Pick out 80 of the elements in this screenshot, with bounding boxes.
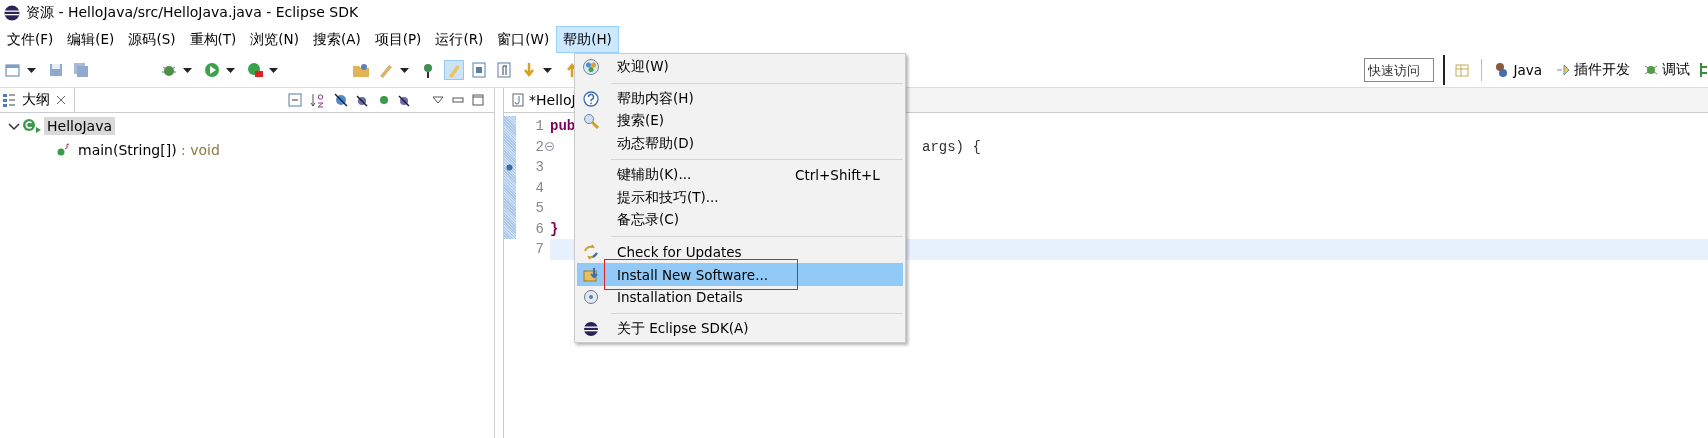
hide-fields-icon[interactable]: [334, 93, 348, 107]
public-member-icon[interactable]: [378, 94, 390, 106]
perspective-button[interactable]: 插件开发: [1550, 61, 1635, 79]
caret-icon[interactable]: [183, 67, 192, 73]
install-box-icon: [583, 266, 599, 283]
tree-item[interactable]: HelloJava: [44, 117, 116, 135]
window-title: 资源 - HelloJava/src/HelloJava.java - Eclipse SDK: [26, 4, 359, 22]
hide-local-icon[interactable]: [398, 93, 412, 107]
line-number: 7: [535, 241, 544, 258]
menu-item[interactable]: 动态帮助(D): [577, 132, 903, 155]
caret-icon[interactable]: [543, 67, 552, 73]
minimize-icon[interactable]: [452, 96, 464, 104]
hide-static-icon[interactable]: [356, 93, 370, 107]
line-number: 4: [535, 179, 544, 196]
plugin-icon: [1555, 62, 1571, 78]
perspective-button[interactable]: Java: [1489, 62, 1547, 78]
update-arrows-icon: [583, 243, 599, 260]
caret-icon[interactable]: [269, 67, 278, 73]
menu-item[interactable]: 重构(T): [182, 26, 244, 53]
line-number: 1: [535, 118, 544, 135]
search-icon: [583, 113, 599, 130]
menu-item[interactable]: 键辅助(K)... Ctrl+Shift+L: [577, 164, 903, 187]
tree-item[interactable]: main(String[]) : void: [75, 141, 223, 159]
menu-item[interactable]: 搜索(A): [305, 26, 368, 53]
line-number: 2: [535, 138, 544, 155]
eclipse-logo-icon: [583, 320, 599, 337]
eclipse-logo-icon: [4, 5, 20, 21]
external-tool-icon[interactable]: [246, 61, 264, 79]
caret-icon[interactable]: [226, 67, 235, 73]
view-menu-icon[interactable]: [432, 96, 444, 104]
outline-icon: [2, 93, 16, 107]
hierarchy-icon[interactable]: [1698, 61, 1708, 79]
outline-tab[interactable]: 大纲: [0, 88, 75, 112]
line-number: 3: [535, 159, 544, 176]
save-all-icon[interactable]: [72, 61, 90, 79]
menu-item[interactable]: 帮助(H): [556, 26, 619, 53]
code-text: args) {: [922, 138, 981, 155]
menu-item[interactable]: 窗口(W): [490, 26, 557, 53]
menu-item[interactable]: 源码(S): [121, 26, 183, 53]
block-icon[interactable]: [470, 61, 488, 79]
java-file-icon: [512, 93, 524, 107]
fold-minus-icon[interactable]: [545, 141, 554, 151]
open-folder-icon[interactable]: [352, 61, 370, 79]
code-text: pub: [550, 118, 576, 135]
tab-label: 大纲: [22, 91, 50, 109]
close-icon[interactable]: [56, 95, 66, 105]
new-window-icon[interactable]: [4, 61, 22, 79]
menu-item[interactable]: 备忘录(C): [577, 209, 903, 232]
menu-item[interactable]: 浏览(N): [243, 26, 306, 53]
run-icon[interactable]: [203, 61, 221, 79]
line-number: 6: [535, 220, 544, 237]
menu-item[interactable]: 欢迎(W): [577, 56, 903, 79]
paragraph-icon[interactable]: [495, 61, 513, 79]
maximize-icon[interactable]: [472, 94, 484, 106]
marker-dot-icon: [506, 164, 513, 171]
static-method-icon: [56, 143, 72, 157]
circles-icon: [583, 59, 599, 76]
menu-item[interactable]: 搜索(E): [577, 110, 903, 133]
menu-item[interactable]: 文件(F): [0, 26, 61, 53]
quick-access-field[interactable]: 快速访问: [1364, 58, 1435, 82]
shortcut-text: Ctrl+Shift+L: [795, 167, 880, 184]
menu-item[interactable]: 运行(R): [428, 26, 491, 53]
menu-item[interactable]: 提示和技巧(T)...: [577, 186, 903, 209]
sort-icon[interactable]: [310, 92, 326, 108]
tab-label: *HelloJ: [529, 92, 576, 108]
class-icon: [22, 118, 42, 134]
perspective-button[interactable]: 调试: [1638, 61, 1695, 79]
caret-icon[interactable]: [400, 67, 409, 73]
line-number: 5: [535, 200, 544, 217]
save-icon[interactable]: [47, 61, 65, 79]
menu-item[interactable]: 编辑(E): [60, 26, 122, 53]
menu-item[interactable]: 项目(P): [367, 26, 429, 53]
help-icon: [583, 90, 599, 107]
menu-item[interactable]: Install New Software...: [577, 259, 903, 290]
code-text: }: [550, 220, 559, 237]
caret-icon[interactable]: [27, 67, 36, 73]
menu-item[interactable]: 关于 Eclipse SDK(A): [577, 317, 903, 340]
collapse-all-icon[interactable]: [288, 93, 302, 107]
expanded-chevron-icon[interactable]: [8, 120, 20, 132]
disc-icon: [583, 289, 599, 306]
